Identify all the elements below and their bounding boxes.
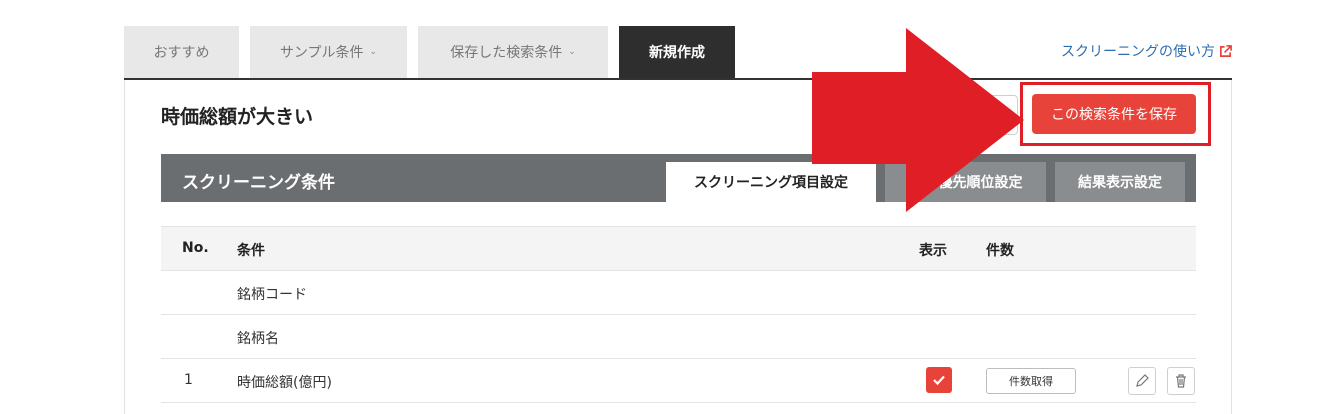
column-header-count: 件数 <box>986 243 1014 259</box>
display-checkbox[interactable] <box>926 367 952 393</box>
column-header-condition: 条件 <box>237 243 265 259</box>
table-row-condition: 銘柄コード <box>237 287 307 303</box>
help-link-label: スクリーニングの使い方 <box>1061 44 1215 60</box>
tab-new-label: 新規作成 <box>649 45 705 61</box>
get-count-button-label: 件数取得 <box>1009 375 1053 388</box>
tab-sample-conditions[interactable]: サンプル条件 ⌄ <box>250 26 407 78</box>
chevron-down-icon: ⌄ <box>369 47 378 57</box>
tab-sample-conditions-label: サンプル条件 <box>279 45 364 61</box>
tab-result-display[interactable]: 結果表示設定 <box>1055 162 1185 202</box>
delete-button[interactable] <box>1167 367 1195 395</box>
table-row-no: 1 <box>184 372 193 388</box>
table-row-condition: 銘柄名 <box>237 331 279 347</box>
tab-saved-conditions-label: 保存した検索条件 <box>450 45 563 61</box>
annotation-highlight-box <box>1020 82 1211 146</box>
help-link[interactable]: スクリーニングの使い方 <box>1061 41 1232 61</box>
tab-new[interactable]: 新規作成 <box>619 26 735 78</box>
external-link-icon <box>1220 44 1232 57</box>
table-row-condition: 時価総額(億円) <box>237 375 332 391</box>
pencil-icon <box>1136 374 1149 387</box>
edit-button[interactable] <box>1128 367 1156 395</box>
trash-icon <box>1176 374 1186 388</box>
tab-recommended-label: おすすめ <box>153 45 210 61</box>
get-count-button[interactable]: 件数取得 <box>986 368 1076 394</box>
row-divider <box>161 314 1196 315</box>
row-divider <box>161 402 1196 403</box>
tab-recommended[interactable]: おすすめ <box>124 26 239 78</box>
column-header-display: 表示 <box>919 243 947 259</box>
page-title: 時価総額が大きい <box>161 106 314 128</box>
screening-title: スクリーニング条件 <box>182 173 335 193</box>
column-header-no: No. <box>182 240 209 256</box>
chevron-down-icon: ⌄ <box>568 47 576 57</box>
annotation-arrow-icon <box>812 28 1024 212</box>
row-divider <box>161 358 1196 359</box>
checkmark-icon <box>933 375 945 386</box>
table-header <box>161 226 1196 271</box>
tab-saved-conditions[interactable]: 保存した検索条件 ⌄ <box>418 26 608 78</box>
tab-result-display-label: 結果表示設定 <box>1078 175 1162 191</box>
